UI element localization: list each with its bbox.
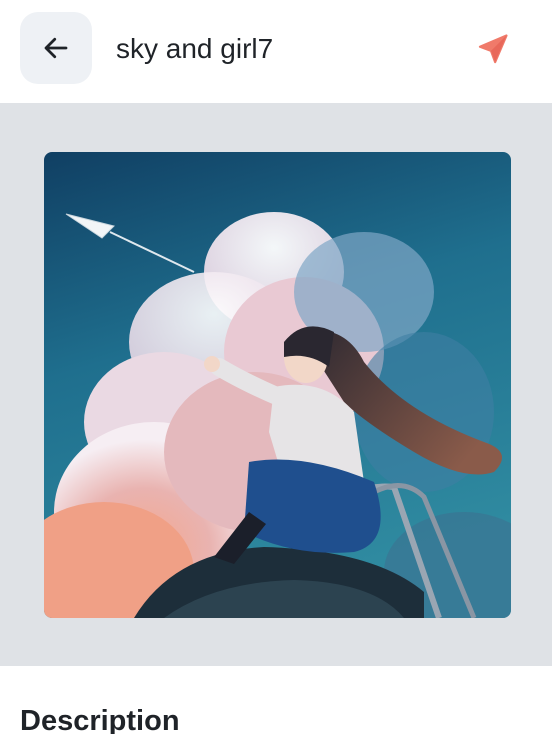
description-section: Description [0, 666, 552, 734]
image-preview-area [0, 103, 552, 666]
app-header: sky and girl7 [0, 0, 552, 103]
page-title: sky and girl7 [116, 33, 274, 64]
arrow-left-icon [44, 37, 68, 59]
description-heading: Description [20, 705, 180, 734]
send-icon [478, 34, 508, 64]
send-button[interactable] [470, 26, 516, 72]
artwork-image[interactable] [44, 152, 511, 618]
back-button[interactable] [20, 12, 92, 84]
